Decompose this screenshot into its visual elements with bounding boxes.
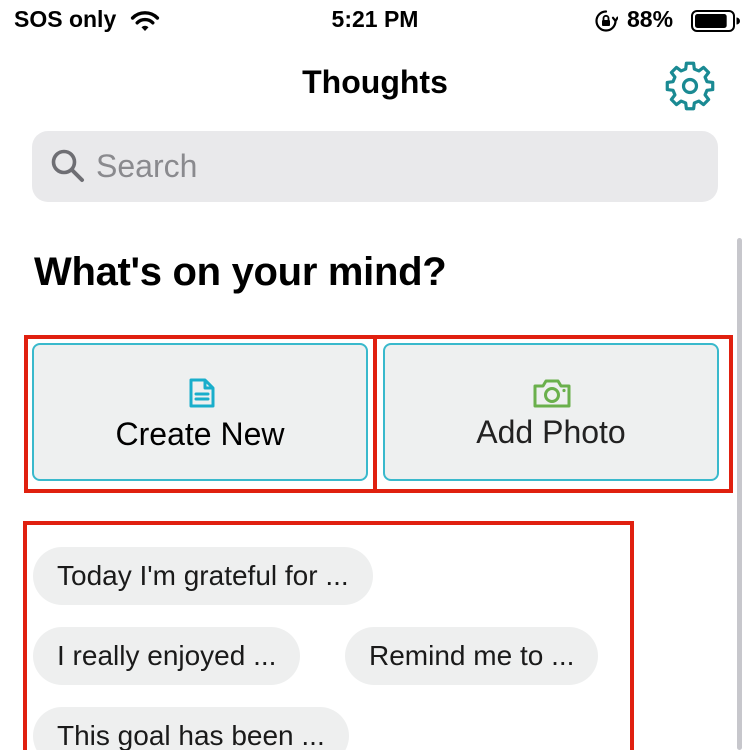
prompt-chip-enjoyed[interactable]: I really enjoyed ... xyxy=(33,627,301,685)
search-placeholder: Search xyxy=(96,148,198,184)
section-heading: What's on your mind? xyxy=(34,250,447,294)
prompt-chip-goal[interactable]: This goal has been ... xyxy=(33,707,349,750)
orientation-lock-icon xyxy=(595,10,618,32)
create-new-button[interactable]: Create New xyxy=(32,343,368,481)
battery-fill xyxy=(695,14,727,28)
prompt-chip-grateful[interactable]: Today I'm grateful for ... xyxy=(33,547,373,605)
battery-icon xyxy=(691,10,740,32)
page-title: Thoughts xyxy=(302,64,448,100)
scrollbar[interactable] xyxy=(737,238,742,750)
document-icon xyxy=(189,378,215,408)
add-photo-button[interactable]: Add Photo xyxy=(383,343,719,481)
create-new-label: Create New xyxy=(115,416,285,452)
search-input[interactable]: Search xyxy=(32,131,718,202)
camera-icon xyxy=(533,379,571,408)
battery-percent: 88% xyxy=(627,6,674,32)
gear-icon[interactable] xyxy=(664,60,716,112)
prompt-chip-remind[interactable]: Remind me to ... xyxy=(345,627,599,685)
add-photo-label: Add Photo xyxy=(476,414,626,450)
search-icon xyxy=(51,149,84,182)
thoughts-screen: SOS only 5:21 PM 88% Thoughts Search Wha… xyxy=(0,0,750,750)
